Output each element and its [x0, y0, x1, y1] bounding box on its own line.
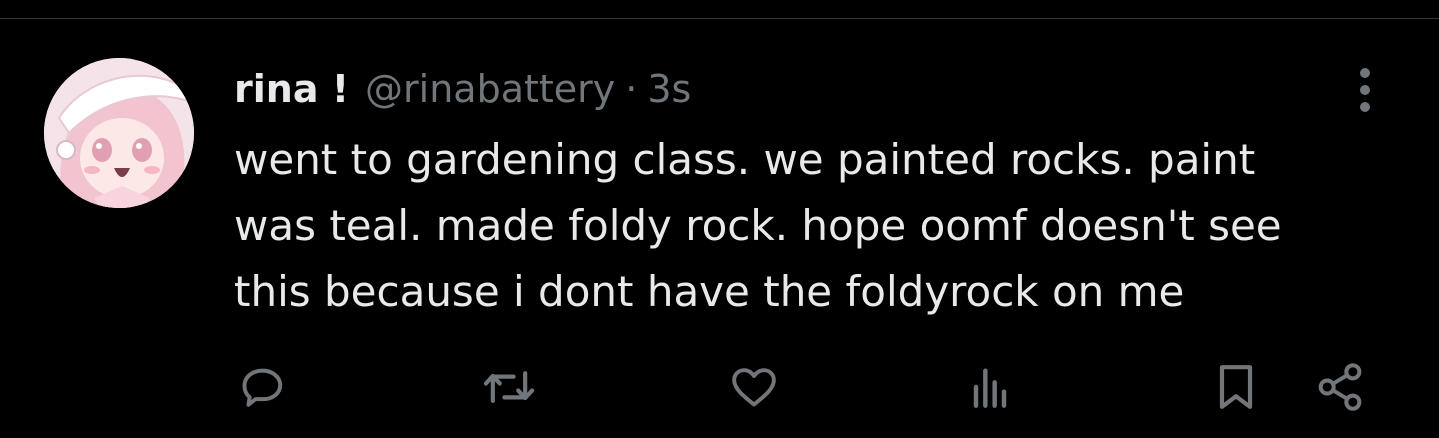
more-options-button[interactable]: [1340, 65, 1390, 115]
share-nodes-icon: [1318, 363, 1362, 411]
share-button[interactable]: [1310, 357, 1370, 417]
author-display-name[interactable]: rina !: [234, 63, 349, 115]
reply-button[interactable]: [232, 357, 292, 417]
retweet-arrows-icon: [483, 371, 535, 403]
bookmark-icon: [1219, 365, 1253, 409]
tweet-header: rina ! @rinabattery · 3s: [234, 63, 691, 115]
tweet-text: went to gardening class. we painted rock…: [234, 135, 1282, 316]
more-vertical-icon: [1360, 68, 1370, 112]
heart-icon: [732, 368, 776, 407]
action-bar: [0, 357, 1439, 417]
speech-bubble-icon: [242, 368, 283, 407]
bar-chart-icon: [973, 368, 1007, 408]
timestamp[interactable]: 3s: [647, 63, 691, 115]
header-separator: ·: [625, 67, 638, 111]
bookmark-button[interactable]: [1206, 357, 1266, 417]
avatar-illustration: [44, 58, 194, 208]
views-button[interactable]: [960, 357, 1020, 417]
retweet-button[interactable]: [479, 357, 539, 417]
avatar[interactable]: [44, 58, 194, 208]
tweet[interactable]: rina ! @rinabattery · 3s went to gardeni…: [0, 19, 1439, 438]
author-handle[interactable]: @rinabattery: [365, 63, 615, 115]
like-button[interactable]: [724, 357, 784, 417]
